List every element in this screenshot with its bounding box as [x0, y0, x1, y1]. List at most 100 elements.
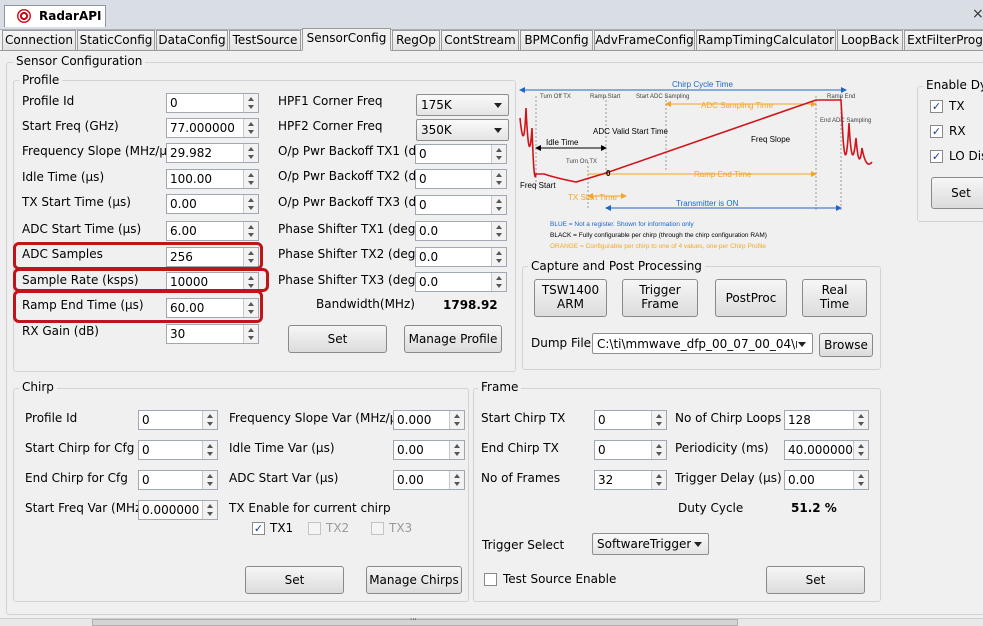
tx3-label: TX3	[389, 521, 413, 535]
backoff-tx1-input[interactable]: 0	[415, 144, 507, 164]
backoff-tx3-input[interactable]: 0	[415, 195, 507, 215]
phase-tx2-input[interactable]: 0.0	[415, 247, 507, 267]
idle-time-var-input[interactable]: 0.00	[393, 440, 465, 460]
spin-arrows-icon[interactable]	[243, 94, 258, 112]
tx2-label: TX2	[326, 521, 350, 535]
tab-connection[interactable]: Connection	[2, 30, 76, 50]
transmitter-on-text: Transmitter is ON	[676, 199, 739, 208]
spin-arrows-icon[interactable]	[491, 273, 506, 291]
spin-arrows-icon[interactable]	[491, 248, 506, 266]
spin-arrows-icon[interactable]	[853, 411, 868, 429]
spin-arrows-icon[interactable]	[243, 119, 258, 137]
spin-arrows-icon[interactable]	[651, 441, 666, 459]
start-chirp-tx-label: Start Chirp TX	[481, 411, 566, 425]
freq-slope-input[interactable]: 29.982	[166, 143, 259, 163]
spin-arrows-icon[interactable]	[491, 145, 506, 163]
spin-arrows-icon[interactable]	[243, 144, 258, 162]
tab-extfilterprog[interactable]: ExtFilterProg	[904, 30, 983, 50]
trigger-frame-button[interactable]: Trigger Frame	[622, 279, 698, 317]
scroll-grip-icon: '''	[410, 617, 417, 626]
zero-text: 0	[606, 169, 611, 178]
hpf2-select[interactable]: 350K	[416, 119, 509, 141]
tab-contstream[interactable]: ContStream	[441, 30, 519, 50]
spin-arrows-icon[interactable]	[243, 325, 258, 343]
backoff-tx2-input[interactable]: 0	[415, 169, 507, 189]
phase-tx1-input[interactable]: 0.0	[415, 221, 507, 241]
enable-dyn-set-button[interactable]: Set	[931, 177, 983, 209]
spin-arrows-icon[interactable]	[491, 222, 506, 240]
tx-checkbox[interactable]: ✓	[930, 100, 943, 113]
tx2-checkbox[interactable]	[308, 522, 321, 535]
tx-start-text: TX Start Time	[568, 193, 617, 202]
dump-file-select[interactable]: C:\ti\mmwave_dfp_00_07_00_04\rf_	[592, 333, 813, 354]
postproc-button[interactable]: PostProc	[715, 279, 787, 317]
spin-arrows-icon[interactable]	[202, 441, 217, 459]
tx1-checkbox[interactable]: ✓	[252, 522, 265, 535]
spin-arrows-icon[interactable]	[243, 195, 258, 213]
trigger-delay-input[interactable]: 0.00	[784, 470, 869, 490]
phase-tx3-input[interactable]: 0.0	[415, 272, 507, 292]
idle-time-text: Idle Time	[546, 138, 579, 147]
tab-advframeconfig[interactable]: AdvFrameConfig	[594, 30, 695, 50]
close-icon[interactable]: ×	[972, 6, 983, 22]
lo-dist-checkbox[interactable]: ✓	[930, 150, 943, 163]
tab-loopback[interactable]: LoopBack	[837, 30, 903, 50]
spin-arrows-icon[interactable]	[651, 471, 666, 489]
spin-arrows-icon[interactable]	[491, 170, 506, 188]
spin-arrows-icon[interactable]	[202, 471, 217, 489]
tx3-checkbox[interactable]	[371, 522, 384, 535]
trigger-select[interactable]: SoftwareTrigger	[592, 533, 709, 555]
test-source-checkbox[interactable]	[484, 573, 497, 586]
hpf1-select[interactable]: 175K	[416, 94, 509, 116]
spin-arrows-icon[interactable]	[651, 411, 666, 429]
rx-gain-input[interactable]: 30	[166, 324, 259, 344]
spin-arrows-icon[interactable]	[449, 441, 464, 459]
manage-chirps-button[interactable]: Manage Chirps	[366, 566, 462, 594]
spin-arrows-icon[interactable]	[853, 441, 868, 459]
chirp-profile-id-input[interactable]: 0	[138, 410, 218, 430]
tsw1400-arm-button[interactable]: TSW1400 ARM	[534, 279, 607, 317]
tab-bpmconfig[interactable]: BPMConfig	[520, 30, 593, 50]
adc-start-time-input[interactable]: 6.00	[166, 221, 259, 241]
chirp-loops-input[interactable]: 128	[784, 410, 869, 430]
start-chirp-cfg-input[interactable]: 0	[138, 440, 218, 460]
start-freq-input[interactable]: 77.000000	[166, 118, 259, 138]
profile-id-input[interactable]: 0	[166, 93, 259, 113]
highlight-ramp-end-time	[13, 290, 263, 323]
tab-sensorconfig[interactable]: SensorConfig	[302, 28, 391, 51]
spin-arrows-icon[interactable]	[243, 222, 258, 240]
spin-arrows-icon[interactable]	[202, 501, 217, 519]
tab-dataconfig[interactable]: DataConfig	[156, 30, 228, 50]
spin-arrows-icon[interactable]	[449, 471, 464, 489]
spin-arrows-icon[interactable]	[491, 196, 506, 214]
browse-button[interactable]: Browse	[819, 333, 873, 357]
chirp-set-button[interactable]: Set	[245, 566, 344, 594]
manage-profile-button[interactable]: Manage Profile	[404, 325, 502, 353]
tx-start-time-input[interactable]: 0.00	[166, 194, 259, 214]
tab-testsource[interactable]: TestSource	[229, 30, 301, 50]
legend-blue-text: BLUE = Not a register. Shown for informa…	[550, 221, 694, 228]
idle-time-input[interactable]: 100.00	[166, 169, 259, 189]
tab-ramptimingcalculator[interactable]: RampTimingCalculator	[696, 30, 836, 50]
end-chirp-tx-input[interactable]: 0	[594, 440, 667, 460]
tab-regop[interactable]: RegOp	[392, 30, 440, 50]
periodicity-input[interactable]: 40.000000	[784, 440, 869, 460]
spin-arrows-icon[interactable]	[449, 411, 464, 429]
phase-tx2-label: Phase Shifter TX2 (deg)	[278, 247, 421, 261]
adc-start-var-input[interactable]: 0.00	[393, 470, 465, 490]
no-of-frames-input[interactable]: 32	[594, 470, 667, 490]
profile-set-button[interactable]: Set	[288, 325, 387, 353]
start-freq-var-label: Start Freq Var (MHz)	[25, 501, 147, 515]
rx-checkbox[interactable]: ✓	[930, 125, 943, 138]
real-time-button[interactable]: Real Time	[802, 279, 867, 317]
spin-arrows-icon[interactable]	[243, 170, 258, 188]
tab-staticconfig[interactable]: StaticConfig	[77, 30, 155, 50]
spin-arrows-icon[interactable]	[202, 411, 217, 429]
start-chirp-tx-input[interactable]: 0	[594, 410, 667, 430]
spin-arrows-icon[interactable]	[853, 471, 868, 489]
start-freq-var-input[interactable]: 0.000000	[138, 500, 218, 520]
end-chirp-cfg-input[interactable]: 0	[138, 470, 218, 490]
freq-slope-var-input[interactable]: 0.000	[393, 410, 465, 430]
frame-set-button[interactable]: Set	[766, 566, 865, 594]
duty-cycle-value: 51.2 %	[791, 501, 837, 515]
